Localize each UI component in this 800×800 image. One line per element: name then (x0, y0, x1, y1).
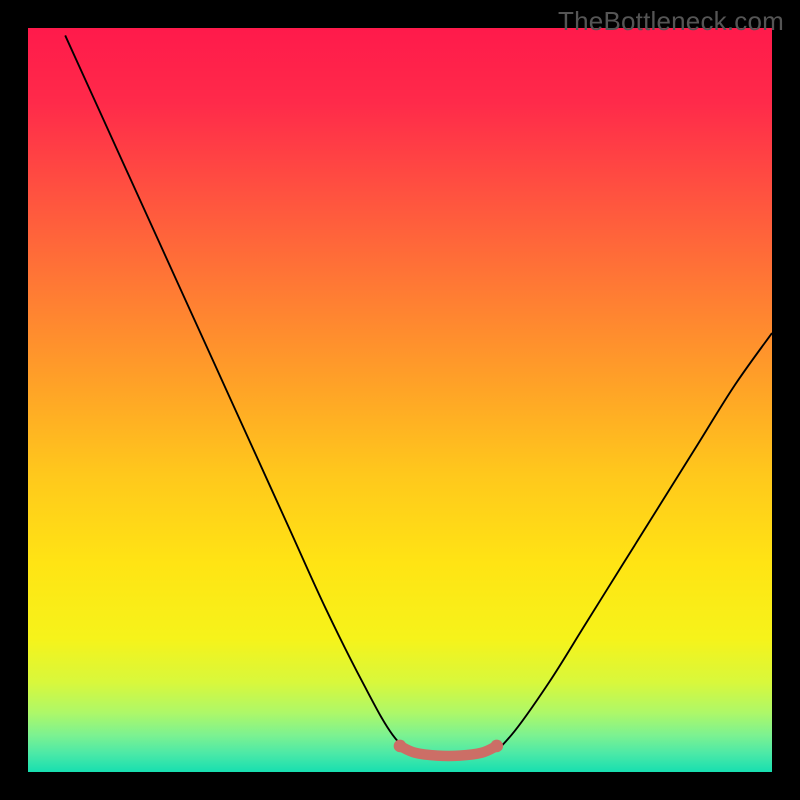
highlight-endpoint-right-icon (490, 740, 503, 753)
bottleneck-curve (65, 35, 772, 757)
plot-area (28, 28, 772, 772)
chart-frame: TheBottleneck.com (0, 0, 800, 800)
highlight-endpoint-left-icon (394, 740, 407, 753)
low-bottleneck-highlight (400, 746, 497, 756)
watermark-label: TheBottleneck.com (558, 6, 784, 37)
curve-layer (28, 28, 772, 772)
